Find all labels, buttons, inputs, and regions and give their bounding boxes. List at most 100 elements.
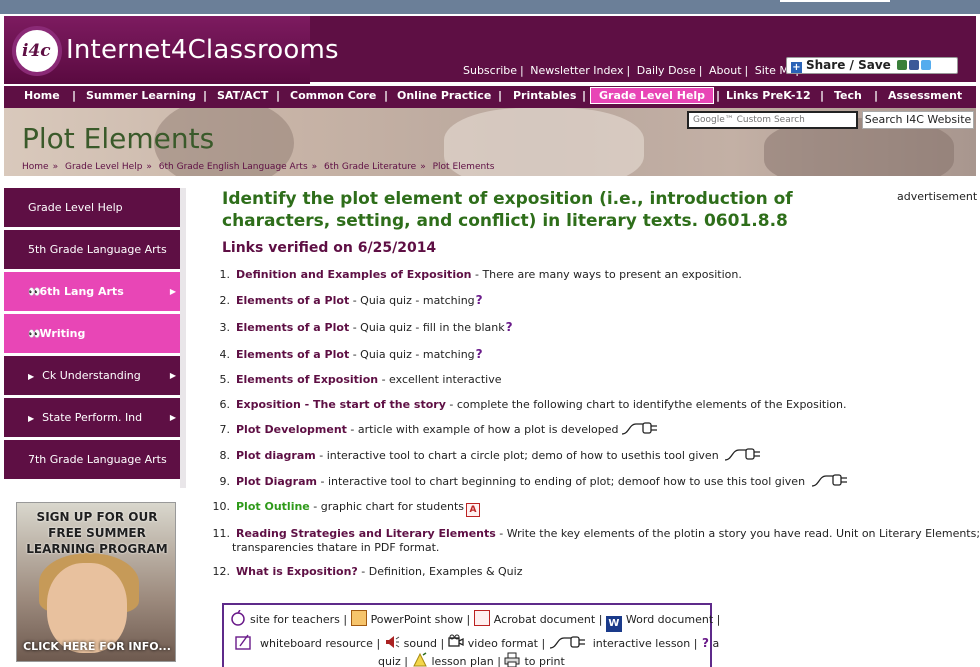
word-icon: W — [605, 616, 622, 632]
subscribe-link[interactable]: Subscribe — [463, 64, 517, 77]
apple-icon — [231, 610, 245, 626]
resource-link[interactable]: What is Exposition? — [236, 565, 358, 578]
breadcrumb-6th-grade-ela[interactable]: 6th Grade English Language Arts — [159, 162, 308, 172]
nav-online-practice[interactable]: Online Practice — [397, 89, 491, 102]
nav-assessment[interactable]: Assessment — [888, 89, 962, 102]
about-link[interactable]: About — [709, 64, 742, 77]
site-header: i4c Internet4Classrooms Subscribe | Newsl… — [4, 16, 976, 84]
facebook-icon — [908, 60, 919, 70]
eyes-icon: 👀 — [28, 287, 41, 298]
interactive-plug-icon — [725, 448, 761, 461]
main-content: Identify the plot element of exposition … — [222, 188, 922, 256]
bullet-arrow-icon: ▶ — [28, 414, 35, 423]
list-item: 3. Elements of a Plot - Quia quiz - fill … — [219, 320, 513, 334]
resource-link[interactable]: Plot Development — [236, 423, 347, 436]
resource-link[interactable]: Elements of a Plot — [236, 294, 349, 307]
page-title: Plot Elements — [22, 122, 215, 155]
resource-type-legend: site for teachers | PowerPoint show | Ac… — [222, 603, 720, 667]
sidebar-item-state-perform-ind[interactable]: ▶ State Perform. Ind ▶ — [4, 398, 180, 440]
nav-printables[interactable]: Printables — [513, 89, 576, 102]
list-item: 8. Plot diagram - interactive tool to cha… — [206, 448, 764, 462]
list-item: 11. Reading Strategies and Literary Eleme… — [212, 527, 980, 540]
question-mark-icon: ? — [505, 320, 513, 334]
resource-link[interactable]: Reading Strategies and Literary Elements — [236, 527, 496, 540]
interactive-plug-icon — [621, 422, 657, 435]
resource-link[interactable]: Definition and Examples of Exposition — [236, 268, 471, 281]
breadcrumb-home[interactable]: Home — [22, 162, 49, 172]
page-banner: Plot Elements Home» Grade Level Help» 6t… — [4, 108, 976, 176]
sidebar-item-ck-understanding[interactable]: ▶ Ck Understanding ▶ — [4, 356, 180, 398]
list-item: 9. Plot Diagram - interactive tool to cha… — [206, 474, 851, 488]
top-links: Subscribe | Newsletter Index | Daily Dose |… — [463, 64, 803, 77]
newsletter-index-link[interactable]: Newsletter Index — [530, 64, 623, 77]
list-item: 4. Elements of a Plot - Quia quiz - match… — [219, 347, 483, 361]
nav-tech[interactable]: Tech — [834, 89, 862, 102]
nav-grade-level-help[interactable]: Grade Level Help — [590, 87, 715, 104]
top-strip — [0, 0, 980, 14]
powerpoint-icon — [350, 610, 367, 626]
lesson-plan-icon — [412, 652, 427, 667]
sidebar: Grade Level Help 5th Grade Language Arts… — [4, 188, 180, 482]
resource-link[interactable]: Plot Diagram — [236, 475, 317, 488]
breadcrumb-6th-grade-literature[interactable]: 6th Grade Literature — [324, 162, 416, 172]
daily-dose-link[interactable]: Daily Dose — [637, 64, 696, 77]
sound-icon — [385, 636, 399, 648]
nav-summer-learning[interactable]: Summer Learning — [86, 89, 196, 102]
printer-icon — [504, 652, 520, 667]
list-item: 10. Plot Outline - graphic chart for stud… — [206, 500, 481, 517]
sidebar-item-writing[interactable]: 👀 Writing — [4, 314, 180, 356]
resource-link[interactable]: Plot Outline — [236, 500, 310, 513]
resource-link[interactable]: Elements of a Plot — [236, 321, 349, 334]
advertisement-label: advertisement — [897, 190, 978, 203]
whiteboard-icon — [235, 634, 251, 650]
sidebar-item-6th-lang-arts[interactable]: 👀 6th Lang Arts ▶ — [4, 272, 180, 314]
resource-link[interactable]: Elements of Exposition — [236, 373, 378, 386]
interactive-plug-icon — [811, 474, 847, 487]
resource-link[interactable]: Exposition - The start of the story — [236, 398, 446, 411]
logo[interactable]: i4c Internet4Classrooms — [4, 16, 339, 84]
breadcrumb-current: Plot Elements — [432, 162, 495, 172]
question-mark-icon: ? — [475, 347, 483, 361]
chevron-right-icon: ▶ — [169, 287, 176, 296]
eyes-icon: 👀 — [28, 329, 41, 340]
search-button[interactable]: Search I4C Website — [862, 111, 974, 129]
search-input[interactable] — [687, 111, 858, 129]
list-item: 7. Plot Development - article with exampl… — [206, 422, 661, 436]
interactive-plug-icon — [549, 636, 585, 649]
logo-mark-icon: i4c — [12, 26, 62, 76]
links-verified-date: Links verified on 6/25/2014 — [222, 240, 437, 256]
top-strip-highlight — [780, 0, 890, 2]
acrobat-icon — [473, 610, 490, 626]
nav-common-core[interactable]: Common Core — [290, 89, 376, 102]
promo-cta: CLICK HERE FOR INFO... — [23, 640, 171, 653]
video-icon — [448, 634, 464, 647]
plus-icon: + — [791, 62, 802, 73]
summer-learning-promo[interactable]: SIGN UP FOR OUR FREE SUMMER LEARNING PRO… — [16, 502, 176, 662]
chevron-right-icon: ▶ — [169, 371, 176, 380]
share-green-icon — [896, 60, 907, 70]
nav-home[interactable]: Home — [24, 89, 60, 102]
list-item: 6. Exposition - The start of the story - … — [219, 398, 847, 411]
main-nav: Home | Summer Learning | SAT/ACT | Commo… — [4, 86, 976, 108]
list-item: 1. Definition and Examples of Exposition … — [219, 268, 742, 281]
site-title: Internet4Classrooms — [66, 35, 339, 65]
nav-links-prek-12[interactable]: Links PreK-12 — [726, 89, 811, 102]
share-save-button[interactable]: + Share / Save — [786, 57, 958, 74]
nav-sat-act[interactable]: SAT/ACT — [217, 89, 268, 102]
list-item: 2. Elements of a Plot - Quia quiz - match… — [219, 293, 483, 307]
twitter-icon — [920, 60, 931, 70]
acrobat-icon: A — [466, 503, 481, 517]
breadcrumb-grade-level-help[interactable]: Grade Level Help — [65, 162, 142, 172]
question-mark-icon: ? — [475, 293, 483, 307]
sidebar-divider — [180, 188, 186, 488]
resource-link[interactable]: Elements of a Plot — [236, 348, 349, 361]
list-item: 12. What is Exposition? - Definition, Exa… — [212, 565, 523, 578]
sidebar-item-grade-level-help[interactable]: Grade Level Help — [4, 188, 180, 230]
list-item-continuation: transparencies thatare in PDF format. — [232, 541, 440, 554]
resource-link[interactable]: Plot diagram — [236, 449, 316, 462]
question-mark-icon: ? — [701, 636, 709, 650]
sidebar-item-5th-grade-la[interactable]: 5th Grade Language Arts — [4, 230, 180, 272]
chevron-right-icon: ▶ — [169, 413, 176, 422]
sidebar-item-7th-grade-la[interactable]: 7th Grade Language Arts — [4, 440, 180, 482]
standard-heading: Identify the plot element of exposition … — [222, 189, 793, 231]
